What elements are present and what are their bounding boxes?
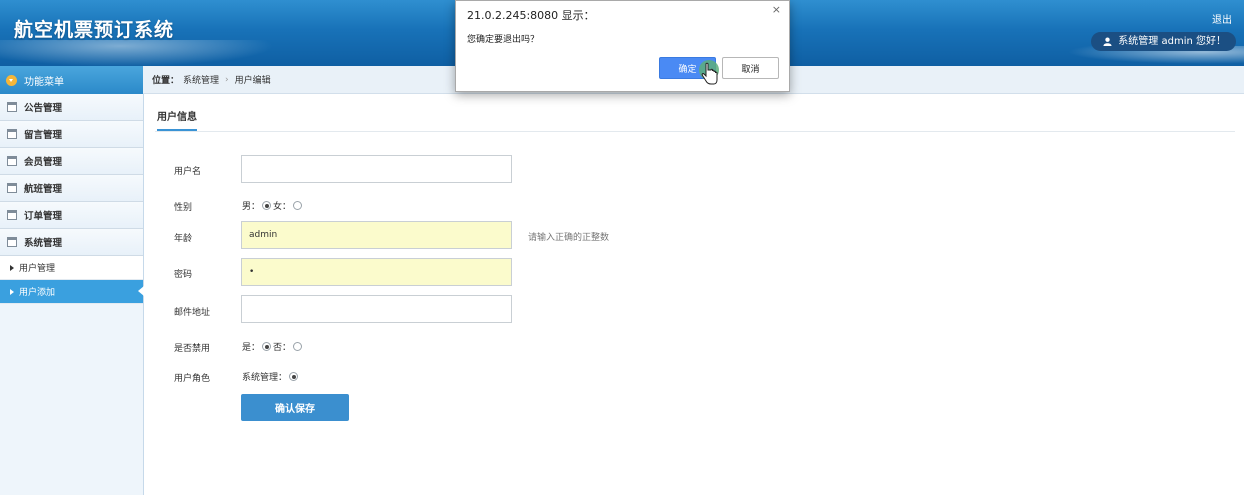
sidebar-item-label: 公告管理 <box>24 103 63 114</box>
sidebar-item-label: 订单管理 <box>24 211 63 222</box>
app-title: 航空机票预订系统 <box>14 19 175 41</box>
sidebar-item-label: 留言管理 <box>24 130 63 141</box>
sidebar-item-label: 会员管理 <box>24 157 63 168</box>
disabled-yes-radio[interactable] <box>262 342 272 351</box>
role-option-label: 系统管理： <box>242 373 288 383</box>
sidebar-item-orders[interactable]: 订单管理 <box>0 202 143 229</box>
calendar-icon <box>7 237 17 247</box>
calendar-icon <box>7 156 17 166</box>
breadcrumb-item: 用户编辑 <box>234 76 271 86</box>
confirm-dialog: 21.0.2.245:8080 显示： × 您确定要退出吗？ 确定 取消 <box>455 0 790 92</box>
caret-right-icon <box>10 288 14 295</box>
sidebar-item-members[interactable]: 会员管理 <box>0 148 143 175</box>
dialog-title: 21.0.2.245:8080 显示： <box>467 9 595 22</box>
disabled-no-label: 否： <box>273 343 292 353</box>
calendar-icon <box>7 183 17 193</box>
caret-right-icon <box>10 264 14 271</box>
disabled-radio-group: 是： 否： <box>242 340 303 353</box>
save-button[interactable]: 确认保存 <box>241 394 349 421</box>
calendar-icon <box>7 129 17 139</box>
header-glow <box>0 40 300 66</box>
user-greeting-text: 系统管理 admin 您好！ <box>1118 36 1226 47</box>
sidebar-item-messages[interactable]: 留言管理 <box>0 121 143 148</box>
email-label: 邮件地址 <box>174 308 211 318</box>
calendar-icon <box>7 102 17 112</box>
confirm-cancel-button[interactable]: 取消 <box>722 57 779 79</box>
menu-title: 功能菜单 <box>24 76 64 88</box>
password-field[interactable] <box>241 258 512 286</box>
user-greeting-badge: 系统管理 admin 您好！ <box>1091 32 1236 51</box>
calendar-icon <box>7 210 17 220</box>
disabled-yes-label: 是： <box>242 343 261 353</box>
disabled-no-radio[interactable] <box>293 342 303 351</box>
gender-label: 性别 <box>174 203 193 213</box>
breadcrumb-location-label: 位置： <box>152 76 180 86</box>
age-label: 年龄 <box>174 234 193 244</box>
chevron-down-icon <box>6 74 17 86</box>
disabled-label: 是否禁用 <box>174 344 211 354</box>
gender-male-label: 男： <box>242 202 261 212</box>
role-radio-group: 系统管理： <box>242 370 299 383</box>
role-label: 用户角色 <box>174 374 211 384</box>
breadcrumb-separator-icon: › <box>225 74 229 85</box>
logout-link[interactable]: 退出 <box>1212 11 1232 26</box>
gender-radio-group: 男： 女： <box>242 199 303 212</box>
username-label: 用户名 <box>174 167 202 177</box>
user-icon <box>1103 37 1112 46</box>
role-system-radio[interactable] <box>289 372 299 381</box>
sidebar-item-system[interactable]: 系统管理 <box>0 229 143 256</box>
dialog-message: 您确定要退出吗？ <box>467 35 540 45</box>
tab-user-info[interactable]: 用户信息 <box>157 108 197 131</box>
close-icon[interactable]: × <box>772 3 781 16</box>
sidebar-subitem-user-add[interactable]: 用户添加 <box>0 280 144 304</box>
email-field[interactable] <box>241 295 512 323</box>
gender-male-radio[interactable] <box>262 201 272 210</box>
gender-female-label: 女： <box>273 202 292 212</box>
menu-header[interactable]: 功能菜单 <box>0 66 143 94</box>
sidebar-item-announcements[interactable]: 公告管理 <box>0 94 143 121</box>
username-field[interactable] <box>241 155 512 183</box>
sidebar-item-label: 系统管理 <box>24 238 63 249</box>
sidebar-subitem-label: 用户添加 <box>19 288 56 298</box>
age-hint: 请输入正确的正整数 <box>528 233 610 243</box>
sidebar-item-label: 航班管理 <box>24 184 63 195</box>
section-divider <box>155 131 1235 132</box>
age-field[interactable] <box>241 221 512 249</box>
password-label: 密码 <box>174 270 193 280</box>
gender-female-radio[interactable] <box>293 201 303 210</box>
hand-cursor-icon <box>699 60 719 85</box>
sidebar: 功能菜单 公告管理 留言管理 会员管理 航班管理 订单管理 系统管理 用户管理 … <box>0 66 144 495</box>
sidebar-subitem-label: 用户管理 <box>19 264 56 274</box>
sidebar-item-flights[interactable]: 航班管理 <box>0 175 143 202</box>
sidebar-subitem-user-management[interactable]: 用户管理 <box>0 256 143 280</box>
breadcrumb-item[interactable]: 系统管理 <box>183 73 219 86</box>
